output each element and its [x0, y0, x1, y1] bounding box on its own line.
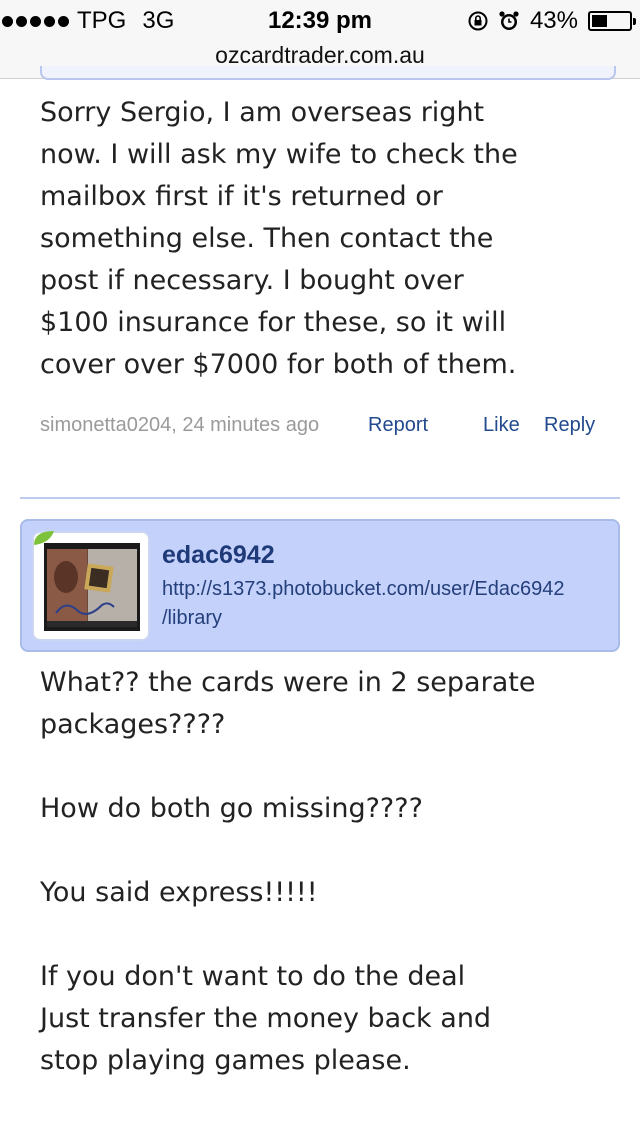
rotation-lock-icon: [468, 11, 488, 31]
status-right: 43%: [468, 4, 636, 38]
report-link[interactable]: Report: [368, 408, 428, 442]
battery-icon: [588, 11, 636, 31]
battery-percent: 43%: [529, 7, 578, 34]
card-avatar-icon: [44, 543, 140, 631]
previous-comment-edge: [40, 66, 616, 80]
battery-fill: [592, 15, 607, 27]
comment-divider: [20, 497, 620, 499]
status-bar: TPG 3G 12:39 pm 43%: [0, 0, 640, 40]
comment-header: edac6942 http://s1373.photobucket.com/us…: [20, 519, 620, 652]
reply-link[interactable]: Reply: [544, 408, 595, 442]
alarm-icon: [499, 11, 519, 30]
signature-link[interactable]: http://s1373.photobucket.com/user/Edac69…: [162, 575, 612, 633]
comment-body: Sorry Sergio, I am overseas right now. I…: [40, 97, 518, 380]
like-link[interactable]: Like: [483, 408, 520, 442]
leaf-badge-icon: [34, 531, 54, 545]
avatar[interactable]: [32, 531, 150, 641]
comment-author-time: simonetta0204, 24 minutes ago: [40, 414, 320, 436]
comment-username[interactable]: edac6942: [162, 541, 275, 570]
comment-meta: simonetta0204, 24 minutes ago Report Lik…: [40, 408, 600, 442]
comment-body: What?? the cards were in 2 separate pack…: [40, 667, 536, 1076]
